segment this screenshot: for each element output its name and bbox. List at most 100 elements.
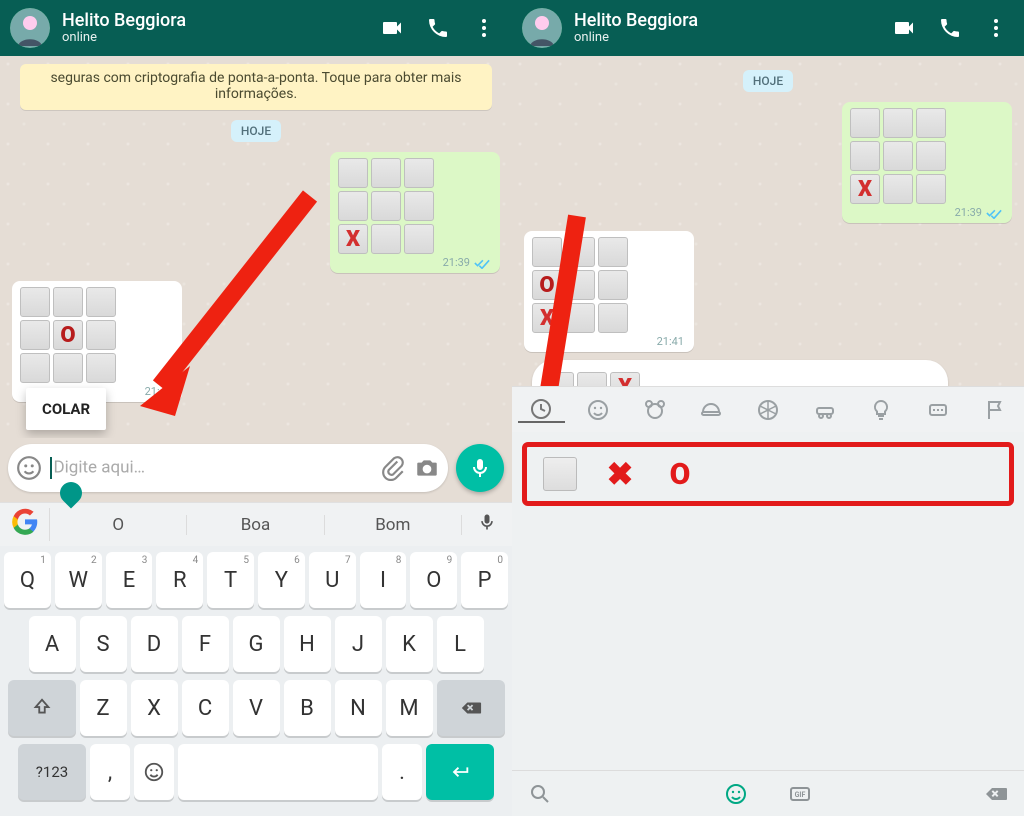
- chat-area[interactable]: seguras com criptografia de ponta-a-pont…: [0, 56, 512, 438]
- compose-area[interactable]: X O X: [532, 360, 948, 386]
- key-y[interactable]: Y6: [258, 552, 305, 608]
- chat-header: Helito Beggiora online: [0, 0, 512, 56]
- emoji-category-tabs: [512, 386, 1024, 432]
- key-m[interactable]: M: [386, 680, 433, 736]
- emoji-cross-x[interactable]: ✖: [597, 451, 643, 497]
- emoji-icon[interactable]: [16, 455, 42, 481]
- chat-area[interactable]: HOJE X 21:39 O X 21:41 X: [512, 56, 1024, 386]
- left-screenshot: Helito Beggiora online seguras com cript…: [0, 0, 512, 816]
- more-icon[interactable]: [472, 16, 496, 40]
- emoji-grid[interactable]: ✖ O: [512, 432, 1024, 770]
- board-b: O: [20, 287, 174, 383]
- keyboard-mic[interactable]: [462, 512, 512, 537]
- contact-name[interactable]: Helito Beggiora: [62, 11, 368, 31]
- emoji-mode-icon[interactable]: [724, 782, 748, 806]
- read-ticks-icon: [986, 207, 1002, 219]
- suggestion-3[interactable]: Bom: [325, 515, 462, 535]
- gif-mode-icon[interactable]: GIF: [788, 782, 812, 806]
- msg-time: 21:39: [443, 256, 470, 269]
- emoji-tab-travel[interactable]: [801, 398, 848, 422]
- search-icon[interactable]: [528, 782, 552, 806]
- message-input[interactable]: Digite aqui…: [50, 457, 372, 479]
- mic-button[interactable]: [456, 444, 504, 492]
- key-f[interactable]: F: [182, 616, 229, 672]
- board-a: X: [338, 158, 492, 254]
- key-symnum[interactable]: ?123: [18, 744, 86, 800]
- key-k[interactable]: K: [386, 616, 433, 672]
- key-enter[interactable]: [426, 744, 494, 800]
- key-b[interactable]: B: [284, 680, 331, 736]
- key-period[interactable]: .: [382, 744, 422, 800]
- emoji-bottom-bar: GIF: [512, 770, 1024, 816]
- keyboard: Q1 W2 E3 R4 T5 Y6 U7 I8 O9 P0 A S D F G …: [0, 546, 512, 816]
- svg-text:GIF: GIF: [795, 791, 806, 799]
- key-j[interactable]: J: [335, 616, 382, 672]
- chat-header: Helito Beggiora online: [512, 0, 1024, 56]
- key-h[interactable]: H: [284, 616, 331, 672]
- emoji-white-square[interactable]: [537, 451, 583, 497]
- key-p[interactable]: P0: [461, 552, 508, 608]
- msg-out-1[interactable]: X 21:39: [330, 152, 500, 273]
- key-shift[interactable]: [8, 680, 76, 736]
- emoji-circle-o[interactable]: O: [657, 451, 703, 497]
- key-q[interactable]: Q1: [4, 552, 51, 608]
- emoji-tab-objects[interactable]: [858, 398, 905, 422]
- date-separator: HOJE: [743, 70, 793, 92]
- key-x[interactable]: X: [131, 680, 178, 736]
- key-space[interactable]: [178, 744, 378, 800]
- voice-call-icon[interactable]: [938, 16, 962, 40]
- key-u[interactable]: U7: [309, 552, 356, 608]
- key-g[interactable]: G: [233, 616, 280, 672]
- key-l[interactable]: L: [437, 616, 484, 672]
- attach-icon[interactable]: [380, 455, 406, 481]
- msg-in-1[interactable]: O 21:41: [12, 281, 182, 402]
- date-separator: HOJE: [231, 120, 281, 142]
- key-t[interactable]: T5: [207, 552, 254, 608]
- msg-time: 21:41: [145, 385, 172, 398]
- key-e[interactable]: E3: [106, 552, 153, 608]
- key-emoji[interactable]: [134, 744, 174, 800]
- encryption-banner[interactable]: seguras com criptografia de ponta-a-pont…: [20, 64, 492, 110]
- emoji-tab-activity[interactable]: [745, 398, 792, 422]
- read-ticks-icon: [474, 257, 490, 269]
- emoji-tab-food[interactable]: [688, 398, 735, 422]
- msg-out-1b[interactable]: X 21:39: [842, 102, 1012, 223]
- backspace-icon[interactable]: [984, 782, 1008, 806]
- suggestion-2[interactable]: Boa: [187, 515, 324, 535]
- key-i[interactable]: I8: [360, 552, 407, 608]
- voice-call-icon[interactable]: [426, 16, 450, 40]
- key-c[interactable]: C: [182, 680, 229, 736]
- emoji-tab-recent[interactable]: [518, 397, 565, 423]
- key-z[interactable]: Z: [80, 680, 127, 736]
- contact-status: online: [574, 31, 880, 45]
- video-call-icon[interactable]: [380, 16, 404, 40]
- key-s[interactable]: S: [80, 616, 127, 672]
- key-r[interactable]: R4: [156, 552, 203, 608]
- key-d[interactable]: D: [131, 616, 178, 672]
- msg-time: 21:39: [955, 206, 982, 219]
- board-d: X O X: [544, 372, 640, 386]
- board-a2: X: [850, 108, 1004, 204]
- emoji-tab-smileys[interactable]: [575, 398, 622, 422]
- emoji-tab-animals[interactable]: [631, 398, 678, 422]
- suggestion-1[interactable]: O: [50, 515, 187, 535]
- paste-popup[interactable]: COLAR: [26, 388, 106, 430]
- avatar[interactable]: [522, 8, 562, 48]
- key-o[interactable]: O9: [410, 552, 457, 608]
- key-w[interactable]: W2: [55, 552, 102, 608]
- more-icon[interactable]: [984, 16, 1008, 40]
- key-v[interactable]: V: [233, 680, 280, 736]
- contact-status: online: [62, 31, 368, 45]
- avatar[interactable]: [10, 8, 50, 48]
- emoji-tab-symbols[interactable]: [915, 398, 962, 422]
- google-voice-typing[interactable]: [0, 508, 50, 541]
- key-n[interactable]: N: [335, 680, 382, 736]
- contact-name[interactable]: Helito Beggiora: [574, 11, 880, 31]
- emoji-tab-flags[interactable]: [971, 398, 1018, 422]
- key-a[interactable]: A: [29, 616, 76, 672]
- video-call-icon[interactable]: [892, 16, 916, 40]
- camera-icon[interactable]: [414, 455, 440, 481]
- key-backspace[interactable]: [437, 680, 505, 736]
- msg-in-1b[interactable]: O X 21:41: [524, 231, 694, 352]
- key-comma[interactable]: ,: [90, 744, 130, 800]
